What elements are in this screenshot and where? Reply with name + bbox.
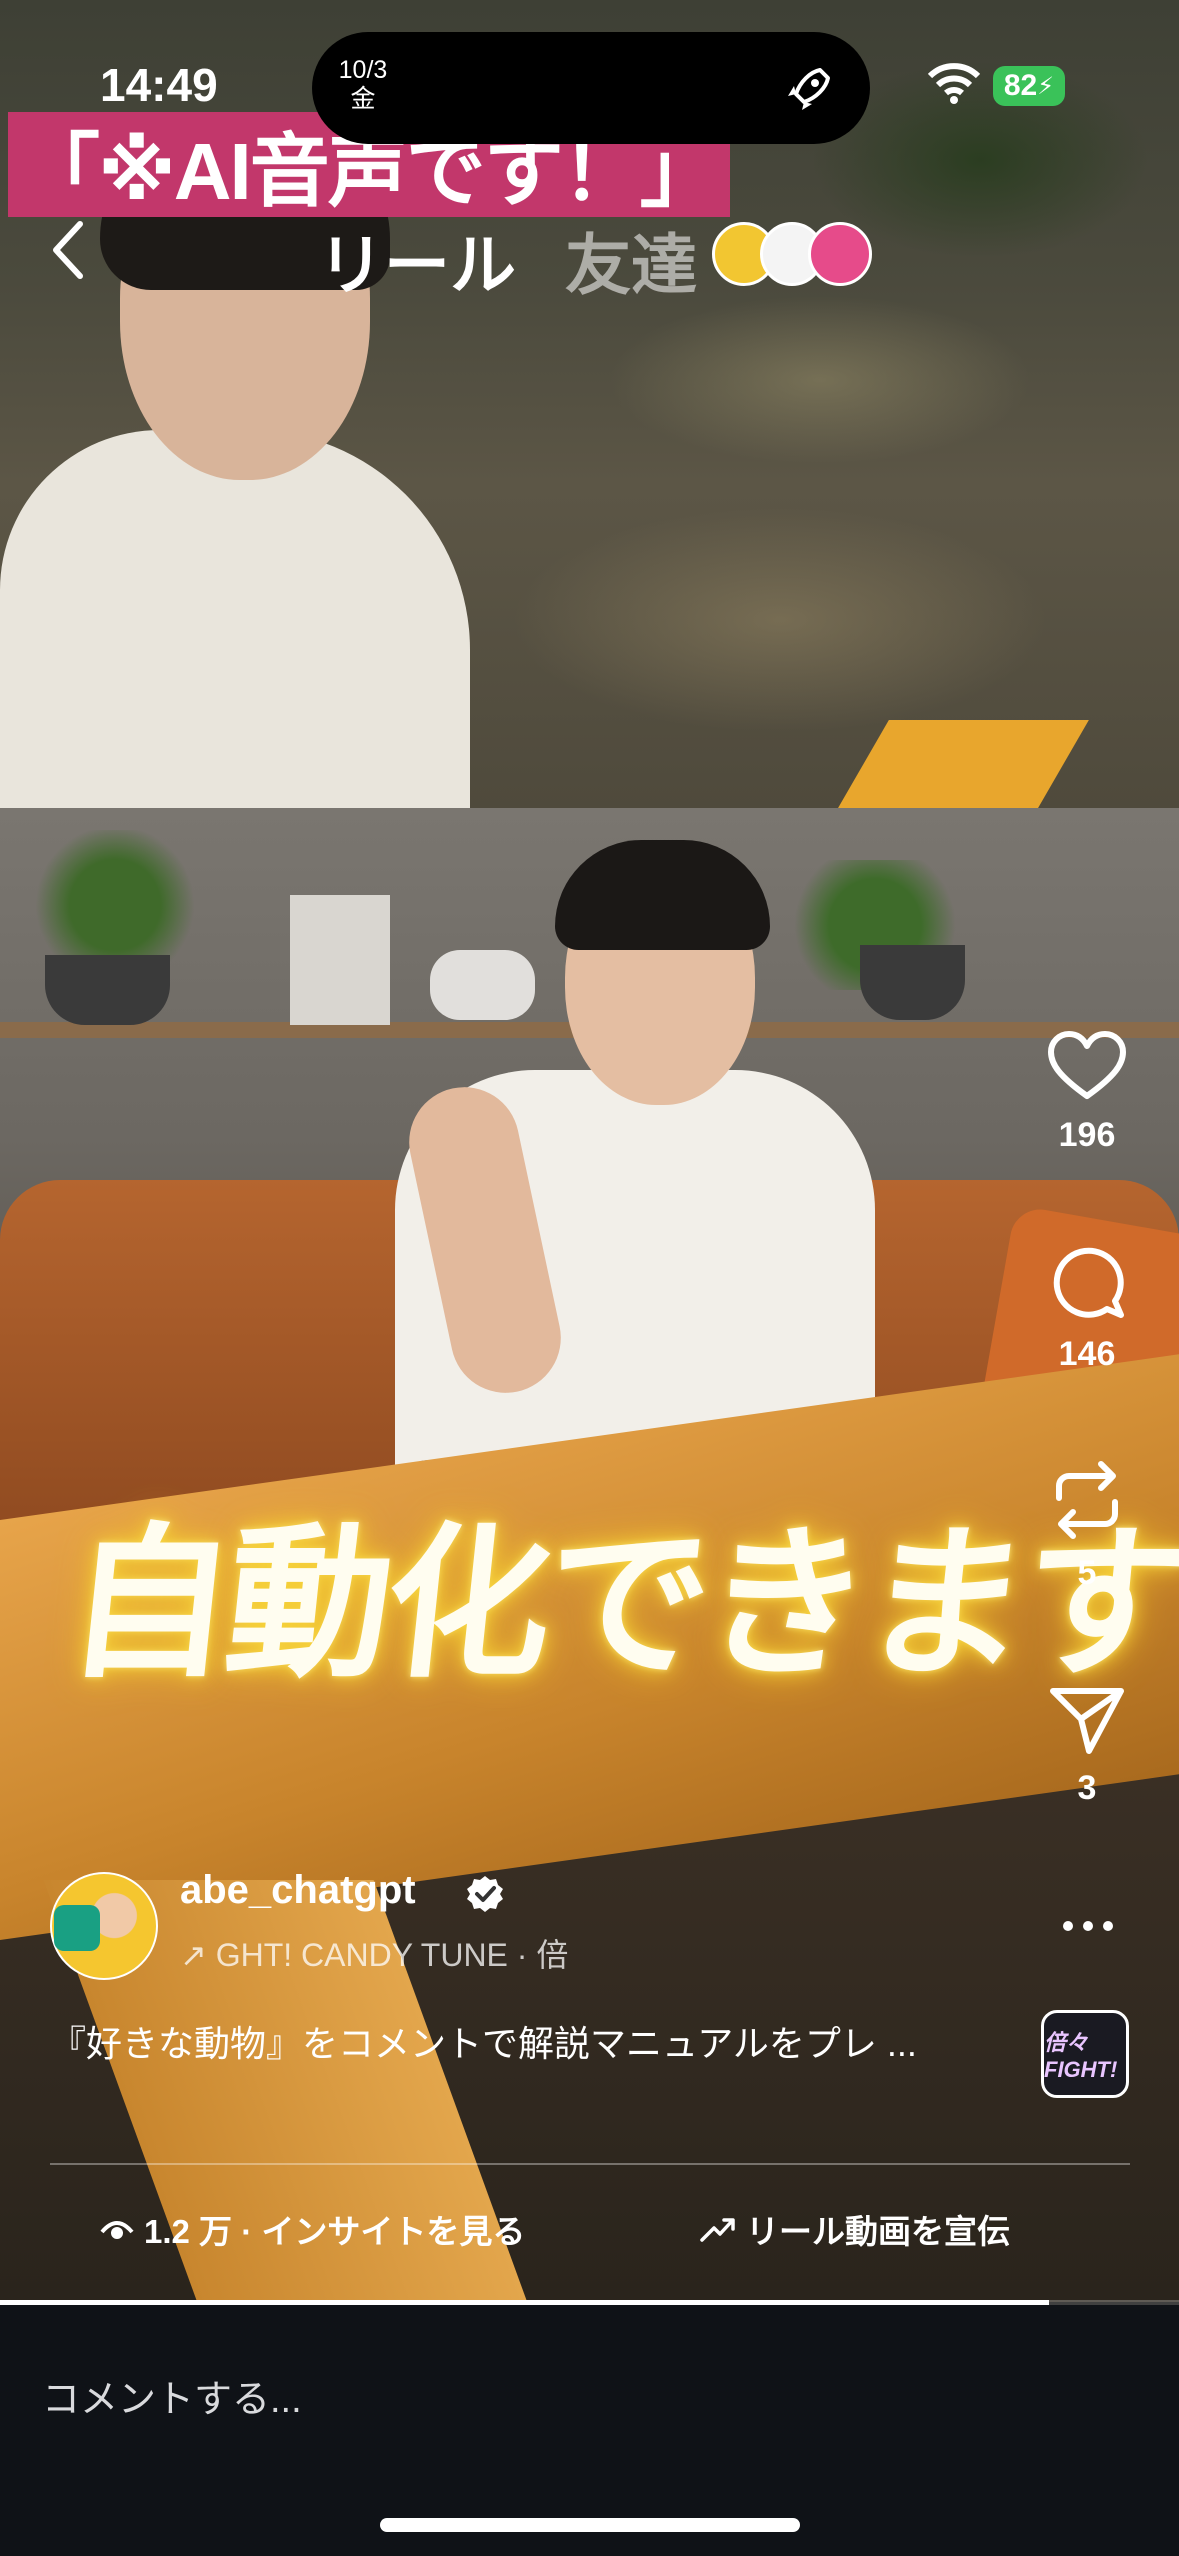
eye-icon — [100, 2221, 134, 2239]
video-subtitle: 自動化できます — [58, 1512, 1179, 1696]
repost-icon — [1056, 1461, 1118, 1539]
comment-input[interactable]: コメントする... — [42, 2368, 302, 2423]
chatgpt-logo-icon — [54, 1905, 100, 1951]
post-description[interactable]: 『好きな動物』をコメントで解説マニュアルをプレ ... — [50, 2015, 917, 2067]
trend-up-icon — [700, 2218, 735, 2242]
comment-icon — [1053, 1247, 1124, 1318]
repost-button[interactable]: 5 — [1037, 1460, 1137, 1593]
heart-icon — [1048, 1031, 1126, 1099]
wifi-icon — [928, 63, 980, 104]
tab-reels[interactable]: リール — [318, 212, 516, 308]
play-button-plaque — [290, 895, 390, 1025]
share-button[interactable]: 3 — [1037, 1685, 1137, 1808]
charging-icon: ⚡ — [1037, 72, 1055, 100]
promote-reel-link[interactable]: リール動画を宣伝 — [700, 2205, 1010, 2253]
verified-badge-icon — [467, 1876, 503, 1912]
audio-track[interactable]: ↗ GHT! CANDY TUNE · 倍 — [180, 1930, 660, 1976]
back-icon[interactable] — [48, 218, 88, 282]
send-icon — [1050, 1688, 1124, 1754]
divider — [50, 2163, 1130, 2165]
comment-count: 146 — [1058, 1335, 1116, 1373]
trending-arrow-icon: ↗ — [180, 1937, 216, 1973]
date-day: 10/3 — [338, 56, 388, 84]
play-button-plaque — [430, 950, 535, 1020]
comment-button[interactable]: 146 — [1037, 1245, 1137, 1374]
like-count: 196 — [1058, 1116, 1116, 1154]
island-date: 10/3 金 — [338, 56, 388, 114]
tab-friends[interactable]: 友達 — [565, 212, 697, 308]
promote-label: リール動画を宣伝 — [746, 2213, 1010, 2250]
date-weekday: 金 — [350, 85, 376, 113]
more-options-icon[interactable] — [1062, 1918, 1114, 1934]
battery-level: 82 — [1003, 69, 1038, 102]
audio-track-label: GHT! CANDY TUNE · 倍 — [215, 1937, 569, 1973]
rocket-icon — [788, 68, 830, 110]
friend-avatar[interactable] — [808, 222, 872, 286]
status-time: 14:49 — [100, 59, 218, 111]
insights-link[interactable]: 1.2 万 · インサイトを見る — [100, 2205, 525, 2253]
insights-label: 1.2 万 · インサイトを見る — [144, 2213, 526, 2250]
repost-count: 5 — [1077, 1554, 1097, 1592]
battery-indicator: 82 ⚡ — [993, 66, 1065, 106]
audio-thumbnail[interactable]: 倍々FIGHT! — [1041, 2010, 1129, 2098]
plant-pot — [45, 955, 170, 1025]
plant-pot — [860, 945, 965, 1020]
share-count: 3 — [1077, 1769, 1097, 1807]
author-username[interactable]: abe_chatgpt — [180, 1868, 416, 1913]
home-indicator[interactable] — [380, 2518, 800, 2532]
like-button[interactable]: 196 — [1037, 1030, 1137, 1155]
